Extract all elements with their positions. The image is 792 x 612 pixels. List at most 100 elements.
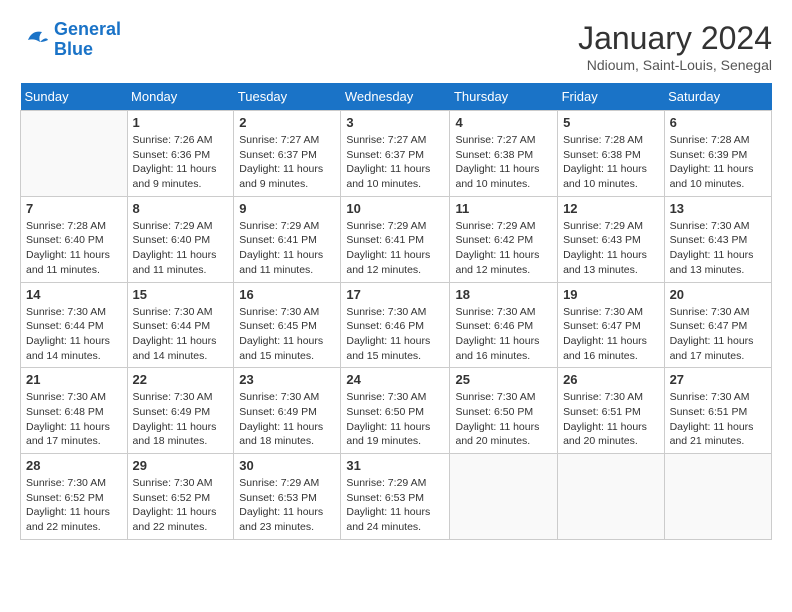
day-number: 1 xyxy=(133,115,229,130)
day-info: Sunrise: 7:30 AMSunset: 6:52 PMDaylight:… xyxy=(133,476,229,535)
calendar-cell: 12Sunrise: 7:29 AMSunset: 6:43 PMDayligh… xyxy=(558,196,665,282)
day-number: 8 xyxy=(133,201,229,216)
day-number: 21 xyxy=(26,372,122,387)
calendar-cell: 29 Sunrise: 7:30 AMSunset: 6:52 PMDayligh… xyxy=(127,454,234,540)
calendar-cell: 31Sunrise: 7:29 AMSunset: 6:53 PMDayligh… xyxy=(341,454,450,540)
column-header-friday: Friday xyxy=(558,83,665,111)
calendar-cell: 25Sunrise: 7:30 AMSunset: 6:50 PMDayligh… xyxy=(450,368,558,454)
calendar-table: SundayMondayTuesdayWednesdayThursdayFrid… xyxy=(20,83,772,540)
day-info: Sunrise: 7:27 AMSunset: 6:37 PMDaylight:… xyxy=(239,133,335,192)
calendar-week-4: 21 Sunrise: 7:30 AMSunset: 6:48 PMDayligh… xyxy=(21,368,772,454)
day-info: Sunrise: 7:27 AMSunset: 6:38 PMDaylight:… xyxy=(455,133,552,192)
day-number: 15 xyxy=(133,287,229,302)
column-header-tuesday: Tuesday xyxy=(234,83,341,111)
day-number: 20 xyxy=(670,287,766,302)
day-number: 26 xyxy=(563,372,659,387)
calendar-cell xyxy=(558,454,665,540)
calendar-cell: 7 Sunrise: 7:28 AMSunset: 6:40 PMDaylight… xyxy=(21,196,128,282)
day-number: 3 xyxy=(346,115,444,130)
calendar-week-1: 1 Sunrise: 7:26 AMSunset: 6:36 PMDaylight… xyxy=(21,111,772,197)
day-info: Sunrise: 7:30 AMSunset: 6:44 PMDaylight:… xyxy=(133,305,229,364)
logo: GeneralBlue xyxy=(20,20,121,60)
title-block: January 2024 Ndioum, Saint-Louis, Senega… xyxy=(578,20,772,73)
day-info: Sunrise: 7:30 AMSunset: 6:51 PMDaylight:… xyxy=(563,390,659,449)
calendar-cell: 8 Sunrise: 7:29 AMSunset: 6:40 PMDaylight… xyxy=(127,196,234,282)
calendar-cell: 9 Sunrise: 7:29 AMSunset: 6:41 PMDaylight… xyxy=(234,196,341,282)
day-info: Sunrise: 7:30 AMSunset: 6:46 PMDaylight:… xyxy=(455,305,552,364)
column-header-thursday: Thursday xyxy=(450,83,558,111)
day-info: Sunrise: 7:29 AMSunset: 6:53 PMDaylight:… xyxy=(239,476,335,535)
day-number: 4 xyxy=(455,115,552,130)
calendar-cell: 27 Sunrise: 7:30 AMSunset: 6:51 PMDayligh… xyxy=(664,368,771,454)
day-number: 28 xyxy=(26,458,122,473)
day-info: Sunrise: 7:30 AMSunset: 6:51 PMDaylight:… xyxy=(670,390,766,449)
day-info: Sunrise: 7:30 AMSunset: 6:43 PMDaylight:… xyxy=(670,219,766,278)
calendar-cell: 26 Sunrise: 7:30 AMSunset: 6:51 PMDayligh… xyxy=(558,368,665,454)
calendar-cell: 18 Sunrise: 7:30 AMSunset: 6:46 PMDayligh… xyxy=(450,282,558,368)
day-info: Sunrise: 7:28 AMSunset: 6:39 PMDaylight:… xyxy=(670,133,766,192)
calendar-cell: 15 Sunrise: 7:30 AMSunset: 6:44 PMDayligh… xyxy=(127,282,234,368)
column-header-monday: Monday xyxy=(127,83,234,111)
calendar-cell: 20 Sunrise: 7:30 AMSunset: 6:47 PMDayligh… xyxy=(664,282,771,368)
day-number: 16 xyxy=(239,287,335,302)
day-info: Sunrise: 7:29 AMSunset: 6:41 PMDaylight:… xyxy=(346,219,444,278)
calendar-cell: 1 Sunrise: 7:26 AMSunset: 6:36 PMDaylight… xyxy=(127,111,234,197)
day-info: Sunrise: 7:28 AMSunset: 6:40 PMDaylight:… xyxy=(26,219,122,278)
calendar-cell: 5 Sunrise: 7:28 AMSunset: 6:38 PMDaylight… xyxy=(558,111,665,197)
day-info: Sunrise: 7:29 AMSunset: 6:41 PMDaylight:… xyxy=(239,219,335,278)
day-number: 13 xyxy=(670,201,766,216)
day-info: Sunrise: 7:28 AMSunset: 6:38 PMDaylight:… xyxy=(563,133,659,192)
day-info: Sunrise: 7:30 AMSunset: 6:50 PMDaylight:… xyxy=(455,390,552,449)
day-info: Sunrise: 7:30 AMSunset: 6:47 PMDaylight:… xyxy=(670,305,766,364)
day-number: 11 xyxy=(455,201,552,216)
day-number: 17 xyxy=(346,287,444,302)
day-info: Sunrise: 7:30 AMSunset: 6:50 PMDaylight:… xyxy=(346,390,444,449)
calendar-cell: 30Sunrise: 7:29 AMSunset: 6:53 PMDayligh… xyxy=(234,454,341,540)
calendar-cell: 22 Sunrise: 7:30 AMSunset: 6:49 PMDayligh… xyxy=(127,368,234,454)
calendar-week-5: 28 Sunrise: 7:30 AMSunset: 6:52 PMDayligh… xyxy=(21,454,772,540)
calendar-cell: 28 Sunrise: 7:30 AMSunset: 6:52 PMDayligh… xyxy=(21,454,128,540)
day-number: 23 xyxy=(239,372,335,387)
day-number: 9 xyxy=(239,201,335,216)
day-number: 14 xyxy=(26,287,122,302)
day-number: 19 xyxy=(563,287,659,302)
day-number: 24 xyxy=(346,372,444,387)
calendar-cell xyxy=(450,454,558,540)
day-number: 18 xyxy=(455,287,552,302)
day-number: 10 xyxy=(346,201,444,216)
location-subtitle: Ndioum, Saint-Louis, Senegal xyxy=(578,57,772,73)
day-info: Sunrise: 7:29 AMSunset: 6:53 PMDaylight:… xyxy=(346,476,444,535)
day-info: Sunrise: 7:30 AMSunset: 6:48 PMDaylight:… xyxy=(26,390,122,449)
day-info: Sunrise: 7:30 AMSunset: 6:49 PMDaylight:… xyxy=(239,390,335,449)
day-number: 22 xyxy=(133,372,229,387)
day-info: Sunrise: 7:29 AMSunset: 6:43 PMDaylight:… xyxy=(563,219,659,278)
day-number: 27 xyxy=(670,372,766,387)
day-number: 7 xyxy=(26,201,122,216)
day-info: Sunrise: 7:27 AMSunset: 6:37 PMDaylight:… xyxy=(346,133,444,192)
day-info: Sunrise: 7:30 AMSunset: 6:47 PMDaylight:… xyxy=(563,305,659,364)
calendar-cell: 24 Sunrise: 7:30 AMSunset: 6:50 PMDayligh… xyxy=(341,368,450,454)
calendar-cell: 21 Sunrise: 7:30 AMSunset: 6:48 PMDayligh… xyxy=(21,368,128,454)
column-header-sunday: Sunday xyxy=(21,83,128,111)
calendar-cell: 10 Sunrise: 7:29 AMSunset: 6:41 PMDayligh… xyxy=(341,196,450,282)
day-number: 29 xyxy=(133,458,229,473)
calendar-week-2: 7 Sunrise: 7:28 AMSunset: 6:40 PMDaylight… xyxy=(21,196,772,282)
calendar-cell: 11 Sunrise: 7:29 AMSunset: 6:42 PMDayligh… xyxy=(450,196,558,282)
day-info: Sunrise: 7:29 AMSunset: 6:42 PMDaylight:… xyxy=(455,219,552,278)
day-info: Sunrise: 7:30 AMSunset: 6:45 PMDaylight:… xyxy=(239,305,335,364)
day-number: 2 xyxy=(239,115,335,130)
calendar-cell: 17 Sunrise: 7:30 AMSunset: 6:46 PMDayligh… xyxy=(341,282,450,368)
day-info: Sunrise: 7:30 AMSunset: 6:46 PMDaylight:… xyxy=(346,305,444,364)
month-title: January 2024 xyxy=(578,20,772,57)
calendar-cell: 4 Sunrise: 7:27 AMSunset: 6:38 PMDaylight… xyxy=(450,111,558,197)
calendar-cell: 3 Sunrise: 7:27 AMSunset: 6:37 PMDaylight… xyxy=(341,111,450,197)
calendar-cell xyxy=(664,454,771,540)
day-info: Sunrise: 7:30 AMSunset: 6:49 PMDaylight:… xyxy=(133,390,229,449)
column-header-saturday: Saturday xyxy=(664,83,771,111)
calendar-cell xyxy=(21,111,128,197)
day-info: Sunrise: 7:30 AMSunset: 6:52 PMDaylight:… xyxy=(26,476,122,535)
day-info: Sunrise: 7:26 AMSunset: 6:36 PMDaylight:… xyxy=(133,133,229,192)
calendar-week-3: 14 Sunrise: 7:30 AMSunset: 6:44 PMDayligh… xyxy=(21,282,772,368)
day-number: 5 xyxy=(563,115,659,130)
day-info: Sunrise: 7:29 AMSunset: 6:40 PMDaylight:… xyxy=(133,219,229,278)
